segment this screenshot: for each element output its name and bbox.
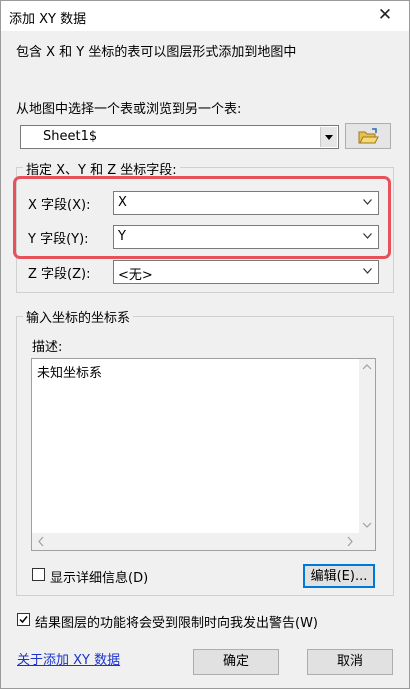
table-select[interactable]: Sheet1$ — [20, 125, 339, 149]
close-icon[interactable]: ✕ — [375, 5, 395, 25]
chevron-down-icon — [363, 199, 372, 205]
table-select-value: Sheet1$ — [43, 129, 98, 144]
coord-group-title: 输入坐标的坐标系 — [23, 307, 134, 326]
vertical-scrollbar[interactable] — [359, 359, 375, 533]
warn-label[interactable]: 结果图层的功能将会受到限制时向我发出警告(W) — [35, 612, 318, 631]
cancel-button[interactable]: 取消 — [307, 649, 393, 675]
table-select-dropdown[interactable] — [320, 127, 337, 147]
show-details-checkbox[interactable] — [32, 568, 45, 581]
edit-button[interactable]: 编辑(E)... — [303, 564, 375, 588]
x-field-value: X — [118, 195, 127, 210]
open-folder-icon — [358, 128, 379, 144]
dropdown-arrow-icon — [325, 135, 333, 140]
scroll-down-icon[interactable] — [359, 519, 375, 531]
y-field-label: Y 字段(Y): — [28, 232, 89, 247]
intro-text: 包含 X 和 Y 坐标的表可以图层形式添加到地图中 — [16, 45, 297, 60]
y-field-value: Y — [118, 229, 126, 244]
add-xy-data-dialog: 添加 XY 数据 ✕ 包含 X 和 Y 坐标的表可以图层形式添加到地图中 从地图… — [0, 0, 410, 689]
z-field-select[interactable]: <无> — [113, 260, 379, 284]
table-prompt: 从地图中选择一个表或浏览到另一个表: — [16, 102, 242, 117]
x-field-select[interactable]: X — [113, 191, 379, 215]
title-bar: 添加 XY 数据 ✕ — [1, 1, 409, 31]
window-title: 添加 XY 数据 — [9, 12, 87, 27]
description-label: 描述: — [32, 340, 63, 355]
fields-group-title: 指定 X、Y 和 Z 坐标字段: — [23, 159, 180, 178]
ok-button[interactable]: 确定 — [193, 649, 279, 675]
browse-button[interactable] — [345, 123, 391, 149]
description-text: 未知坐标系 — [37, 366, 103, 381]
y-field-select[interactable]: Y — [113, 225, 379, 249]
scrollbar-corner — [359, 533, 375, 550]
warn-checkbox[interactable] — [17, 613, 30, 626]
z-field-label: Z 字段(Z): — [28, 267, 91, 282]
scroll-up-icon[interactable] — [359, 361, 375, 373]
chevron-down-icon — [363, 268, 372, 274]
scroll-right-icon[interactable] — [344, 533, 356, 550]
checkmark-icon — [19, 616, 28, 624]
show-details-label[interactable]: 显示详细信息(D) — [50, 567, 148, 586]
x-field-label: X 字段(X): — [28, 198, 91, 213]
about-link[interactable]: 关于添加 XY 数据 — [17, 649, 120, 668]
chevron-down-icon — [363, 233, 372, 239]
scroll-left-icon[interactable] — [35, 533, 47, 550]
description-box[interactable]: 未知坐标系 — [31, 358, 376, 551]
z-field-value: <无> — [118, 268, 153, 283]
horizontal-scrollbar[interactable] — [32, 533, 359, 550]
